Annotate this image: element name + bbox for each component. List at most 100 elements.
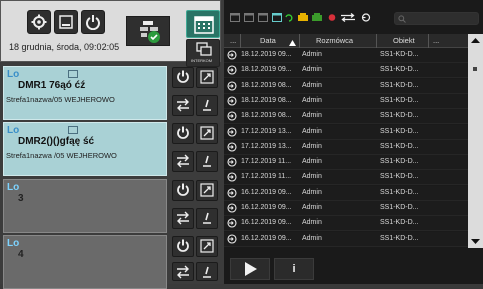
row-date: 17.12.2019 13... — [241, 142, 292, 150]
column-date[interactable]: Data — [260, 36, 276, 45]
expand-icon — [200, 70, 214, 84]
column-separator — [428, 34, 429, 48]
channel-talk-button[interactable] — [196, 262, 218, 281]
calendar-button[interactable] — [186, 10, 220, 38]
calendar-range-icon[interactable] — [272, 13, 282, 22]
row-date: 16.12.2019 09... — [241, 204, 292, 211]
call-history-icon — [227, 234, 237, 244]
row-caller: Admin — [302, 112, 322, 120]
table-row[interactable]: 18.12.2019 09... Admin SS1-KD-D... — [224, 63, 468, 79]
channel-transfer-button[interactable] — [172, 262, 194, 281]
channel-box[interactable]: Lo DMR1 76ąó ćź Strefa1nazwa/05 WEJHEROW… — [3, 66, 167, 120]
intercom-icon — [196, 42, 212, 56]
channel-expand-button[interactable] — [196, 123, 218, 144]
play-button[interactable] — [230, 258, 270, 280]
calendar-month-icon[interactable] — [258, 13, 268, 22]
channel-power-button[interactable] — [172, 67, 194, 88]
power-button[interactable] — [81, 10, 105, 34]
scroll-down-icon[interactable] — [471, 238, 480, 245]
row-date: 18.12.2019 09... — [241, 51, 292, 58]
channel-talk-button[interactable] — [196, 151, 218, 172]
calendar-day-icon[interactable] — [230, 13, 240, 22]
grid-header: ... Data Rozmówca Obiekt ... — [224, 34, 483, 48]
table-row[interactable]: 16.12.2019 09... Admin SS1-KD-D... — [224, 201, 468, 216]
channel-expand-button[interactable] — [196, 67, 218, 88]
row-date: 18.12.2019 08... — [241, 81, 292, 89]
expand-icon — [200, 126, 214, 140]
refresh-icon[interactable] — [284, 13, 294, 22]
row-object: SS1-KD-D... — [380, 51, 419, 58]
side-icon-bar: INTERKOM — [186, 5, 220, 67]
history-icon[interactable] — [361, 13, 371, 22]
network-status-button[interactable] — [126, 16, 170, 46]
call-history-icon — [227, 81, 237, 91]
microphone-icon — [203, 212, 211, 224]
table-row[interactable]: 18.12.2019 09... Admin SS1-KD-D... — [224, 48, 468, 63]
channel-expand-button[interactable] — [196, 236, 218, 257]
calendar-week-icon[interactable] — [244, 13, 254, 22]
microphone-icon — [203, 99, 211, 111]
scrollbar[interactable] — [468, 34, 483, 248]
scrollbar-thumb[interactable] — [473, 67, 477, 71]
channel-talk-button[interactable] — [196, 208, 218, 229]
column-caller[interactable]: Rozmówca — [316, 36, 353, 45]
power-icon — [177, 126, 189, 139]
table-row[interactable]: 17.12.2019 11... Admin SS1-KD-D... — [224, 170, 468, 186]
row-date: 16.12.2019 09... — [241, 234, 292, 242]
table-row[interactable]: 16.12.2019 09... Admin SS1-KD-D... — [224, 216, 468, 232]
date-time-label: 18 grudnia, środa, 09:02:05 — [9, 42, 120, 52]
table-row[interactable]: 17.12.2019 11... Admin SS1-KD-D... — [224, 155, 468, 171]
row-date: 18.12.2019 08... — [241, 112, 292, 120]
settings-button[interactable] — [27, 10, 51, 34]
intercom-button[interactable]: INTERKOM — [186, 39, 220, 67]
channel-box[interactable]: Lo 4 — [3, 235, 167, 289]
table-row[interactable]: 17.12.2019 13... Admin SS1-KD-D... — [224, 139, 468, 155]
search-input[interactable] — [394, 12, 479, 25]
table-row[interactable]: 16.12.2019 09... Admin SS1-KD-D... — [224, 185, 468, 201]
row-object: SS1-KD-D... — [380, 234, 419, 242]
call-history-list: 18.12.2019 09... Admin SS1-KD-D... 18.12.20… — [224, 48, 468, 248]
channel-transfer-button[interactable] — [172, 95, 194, 116]
column-separator — [240, 34, 241, 48]
swap-arrows-icon — [177, 265, 189, 279]
scroll-up-icon[interactable] — [471, 37, 480, 44]
filter-green-icon[interactable] — [312, 13, 322, 22]
column-more-right[interactable]: ... — [433, 36, 439, 45]
swap-arrows-icon[interactable] — [340, 13, 356, 22]
search-icon — [398, 15, 406, 23]
row-caller: Admin — [302, 81, 322, 89]
row-caller: Admin — [302, 158, 322, 166]
expand-icon — [200, 183, 214, 197]
table-row[interactable]: 17.12.2019 13... Admin SS1-KD-D... — [224, 124, 468, 140]
channel-title: DMR2()()gfąę ść — [18, 136, 95, 147]
column-more-left[interactable]: ... — [230, 36, 236, 45]
column-object[interactable]: Obiekt — [393, 36, 415, 45]
call-history-panel: ... Data Rozmówca Obiekt ... 18.12.2019 … — [224, 0, 483, 284]
minimize-button[interactable] — [54, 10, 78, 34]
channel-talk-button[interactable] — [196, 95, 218, 116]
power-icon — [86, 15, 100, 30]
app-window: 18 grudnia, środa, 09:02:05 INTERKOM Lo … — [0, 0, 483, 289]
info-button[interactable]: i — [274, 258, 314, 280]
table-row[interactable]: 18.12.2019 08... Admin SS1-KD-D... — [224, 78, 468, 94]
channel-power-button[interactable] — [172, 236, 194, 257]
row-object: SS1-KD-D... — [380, 142, 419, 150]
call-history-icon — [227, 111, 237, 121]
channel-transfer-button[interactable] — [172, 208, 194, 229]
swap-arrows-icon — [177, 98, 189, 112]
filter-yellow-icon[interactable] — [298, 13, 308, 22]
table-row[interactable]: 18.12.2019 08... Admin SS1-KD-D... — [224, 109, 468, 125]
table-row[interactable]: 18.12.2019 08... Admin SS1-KD-D... — [224, 93, 468, 109]
table-row[interactable]: 16.12.2019 09... Admin SS1-KD-D... — [224, 231, 468, 247]
channel-level: Lo — [7, 182, 20, 193]
channel-power-button[interactable] — [172, 180, 194, 201]
channel-box[interactable]: Lo 3 — [3, 179, 167, 233]
channel-box[interactable]: Lo DMR2()()gfąę ść Strefa1nazwa /05 WEJH… — [3, 122, 167, 176]
expand-icon — [200, 239, 214, 253]
record-icon[interactable] — [327, 13, 337, 22]
channel-transfer-button[interactable] — [172, 151, 194, 172]
channel-power-button[interactable] — [172, 123, 194, 144]
row-object: SS1-KD-D... — [380, 219, 419, 227]
column-separator — [376, 34, 377, 48]
channel-expand-button[interactable] — [196, 180, 218, 201]
